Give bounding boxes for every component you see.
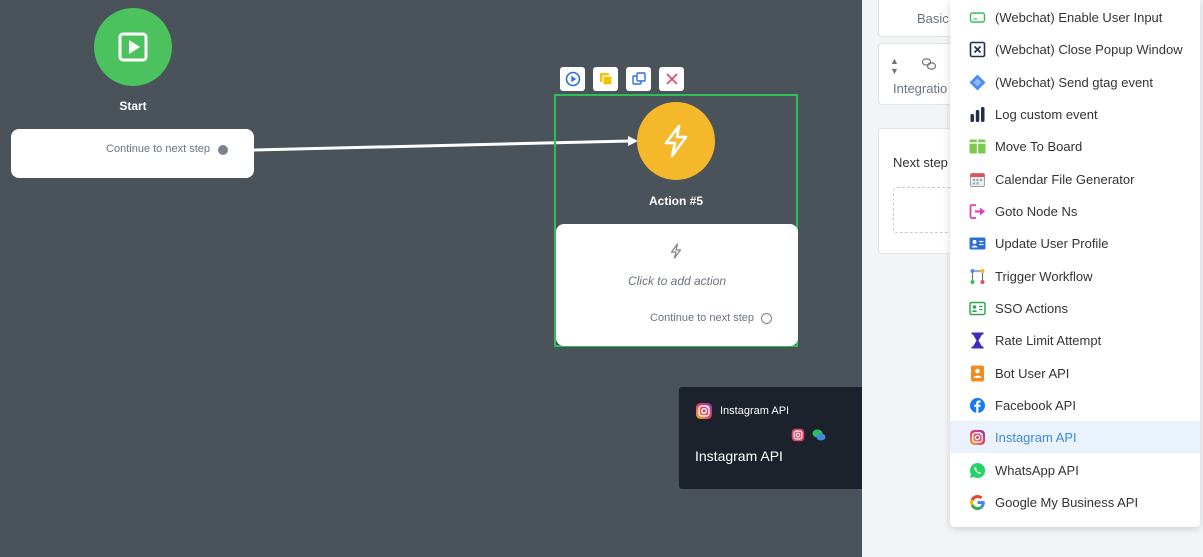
menu-item-goto-node-ns[interactable]: Goto Node Ns	[950, 195, 1200, 227]
tooltip-header: Instagram API	[695, 402, 789, 420]
whatsapp-icon	[970, 462, 986, 478]
menu-item-calendar-file-generator[interactable]: Calendar File Generator	[950, 163, 1200, 195]
continue-label: Continue to next step	[650, 312, 754, 324]
tab-integration-label: Integratio	[893, 81, 948, 96]
menu-item-move-to-board[interactable]: Move To Board	[950, 130, 1200, 162]
action-node-label: Action #5	[648, 194, 703, 208]
next-step-label: Next step	[893, 155, 948, 170]
lightning-icon	[670, 243, 682, 259]
lightning-icon	[664, 124, 688, 158]
menu-item-trigger-workflow[interactable]: Trigger Workflow	[950, 260, 1200, 292]
start-node-icon[interactable]	[94, 8, 172, 86]
instagram-icon	[696, 403, 712, 419]
menu-item-webchat-close-popup-window[interactable]: (Webchat) Close Popup Window	[950, 33, 1200, 65]
action-node-icon[interactable]	[637, 102, 715, 180]
play-circle-icon	[565, 71, 580, 87]
menu-item-whatsapp-api[interactable]: WhatsApp API	[950, 454, 1200, 486]
menu-item-bot-user-api[interactable]: Bot User API	[950, 357, 1200, 389]
input-field-icon	[969, 11, 986, 23]
action-node-card[interactable]: Click to add action Continue to next ste…	[556, 224, 798, 346]
connector-handle[interactable]	[761, 313, 772, 324]
menu-item-sso-actions[interactable]: SSO Actions	[950, 292, 1200, 324]
chat-bubbles-icon	[812, 429, 826, 441]
menu-item-instagram-api[interactable]: Instagram API	[950, 421, 1200, 453]
instagram-icon	[969, 429, 986, 445]
sort-arrows-icon: ▲ ▼	[890, 56, 899, 76]
board-icon	[969, 139, 986, 153]
menu-item-google-my-business-api[interactable]: Google My Business API	[950, 486, 1200, 518]
tooltip-title: Instagram API	[695, 448, 783, 464]
add-action-placeholder[interactable]: Click to add action	[556, 274, 798, 288]
run-button[interactable]	[560, 67, 585, 91]
gtag-diamond-icon	[969, 74, 986, 90]
tooltip-channel-icons	[791, 428, 826, 442]
close-box-icon	[969, 41, 986, 57]
node-toolbar	[560, 67, 684, 91]
continue-label: Continue to next step	[106, 143, 210, 155]
start-node-card[interactable]: Continue to next step	[11, 129, 254, 178]
workflow-icon	[970, 268, 985, 284]
menu-item-rate-limit-attempt[interactable]: Rate Limit Attempt	[950, 324, 1200, 356]
menu-item-webchat-enable-user-input[interactable]: (Webchat) Enable User Input	[950, 1, 1200, 33]
start-node-label: Start	[119, 99, 147, 113]
copy-button[interactable]	[593, 67, 618, 91]
duplicate-button[interactable]	[626, 67, 651, 91]
menu-item-log-custom-event[interactable]: Log custom event	[950, 98, 1200, 130]
menu-item-facebook-api[interactable]: Facebook API	[950, 389, 1200, 421]
instagram-icon	[791, 428, 805, 442]
profile-card-icon	[969, 237, 986, 249]
menu-item-update-user-profile[interactable]: Update User Profile	[950, 227, 1200, 259]
bot-user-icon	[971, 365, 984, 381]
connector-handle[interactable]	[218, 145, 228, 155]
id-card-icon	[969, 301, 986, 315]
facebook-icon	[970, 397, 985, 413]
bar-chart-icon	[970, 106, 985, 122]
tooltip-header-label: Instagram API	[720, 405, 790, 417]
delete-button[interactable]	[659, 67, 684, 91]
menu-item-webchat-send-gtag-event[interactable]: (Webchat) Send gtag event	[950, 66, 1200, 98]
tab-basic-label: Basic	[917, 11, 949, 26]
hourglass-icon	[971, 332, 984, 348]
close-icon	[665, 73, 678, 85]
goto-arrow-icon	[969, 203, 985, 219]
flow-canvas[interactable]: Start Continue to next step Action #5 Cl…	[0, 0, 946, 557]
calendar-icon	[970, 172, 985, 187]
play-icon	[118, 32, 148, 62]
copy-icon	[599, 73, 613, 86]
link-icon	[921, 58, 937, 70]
action-type-dropdown: (Webchat) Enable User Input (Webchat) Cl…	[950, 0, 1200, 527]
duplicate-icon	[631, 72, 646, 85]
google-icon	[970, 494, 985, 510]
